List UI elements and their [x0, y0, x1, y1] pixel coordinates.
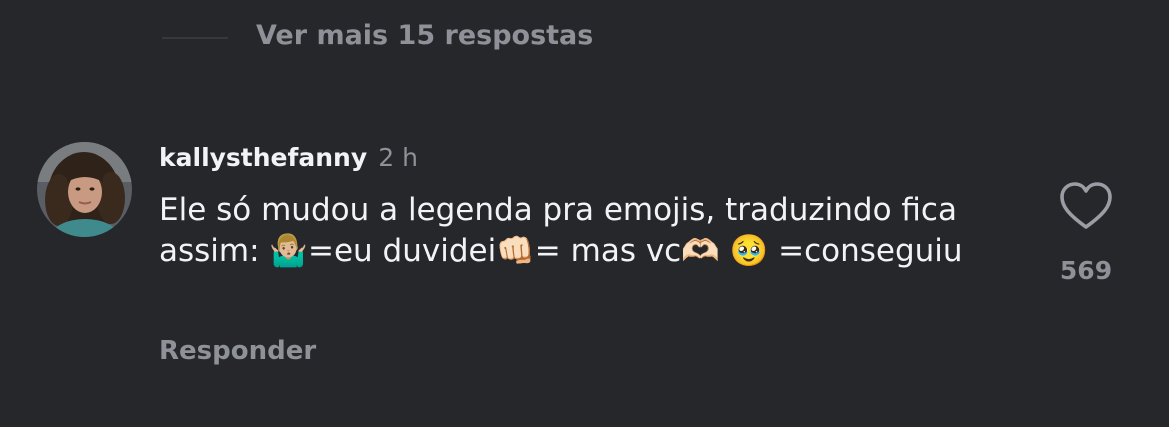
comment-username[interactable]: kallysthefanny: [159, 143, 367, 172]
comment-timestamp: 2 h: [378, 143, 418, 172]
thread-divider-line: [162, 37, 228, 39]
comment-text: Ele só mudou a legenda pra emojis, tradu…: [159, 190, 979, 272]
like-count: 569: [1059, 256, 1113, 285]
reply-button[interactable]: Responder: [159, 336, 316, 366]
comment-thread: Ver mais 15 respostas kallysthefanny 2 h…: [0, 0, 1169, 427]
view-more-replies-button[interactable]: Ver mais 15 respostas: [256, 20, 593, 51]
avatar-image: [37, 142, 132, 237]
comment-text-content: Ele só mudou a legenda pra emojis, tradu…: [159, 192, 967, 269]
heart-outline-icon: [1060, 182, 1112, 229]
comment-header: kallysthefanny 2 h: [159, 143, 418, 172]
avatar[interactable]: [37, 142, 132, 237]
like-button[interactable]: [1058, 180, 1114, 232]
